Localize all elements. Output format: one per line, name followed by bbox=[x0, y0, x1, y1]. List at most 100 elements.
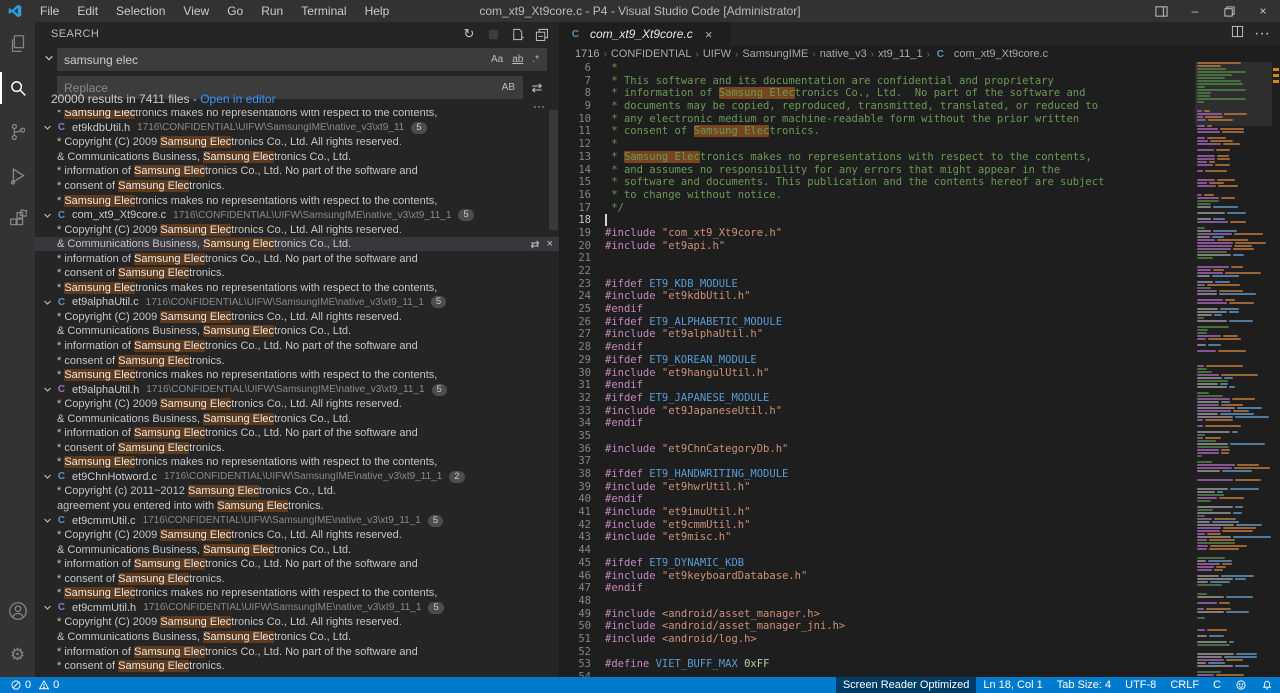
menu-selection[interactable]: Selection bbox=[107, 0, 174, 22]
result-match-row[interactable]: * Copyright (c) 2011~2012 Samsung Electr… bbox=[35, 484, 559, 499]
error-status[interactable]: 0 bbox=[8, 679, 33, 691]
status-ln-18-col-1[interactable]: Ln 18, Col 1 bbox=[976, 677, 1049, 693]
result-match-row[interactable]: * Samsung Electronics makes no represent… bbox=[35, 281, 559, 296]
minimize-button[interactable]: – bbox=[1178, 0, 1212, 22]
collapse-all-icon[interactable] bbox=[533, 26, 549, 42]
open-new-search-editor-icon[interactable] bbox=[509, 26, 525, 42]
breadcrumb-item[interactable]: SamsungIME bbox=[742, 48, 808, 60]
result-match-row[interactable]: & Communications Business, Samsung Elect… bbox=[35, 324, 559, 339]
result-match-row[interactable]: & Communications Business, Samsung Elect… bbox=[35, 411, 559, 426]
chevron-down-icon[interactable] bbox=[39, 211, 55, 220]
result-match-row[interactable]: * Copyright (C) 2009 Samsung Electronics… bbox=[35, 615, 559, 630]
dismiss-match-icon[interactable]: × bbox=[547, 238, 553, 250]
warning-status[interactable]: 0 bbox=[36, 679, 61, 691]
result-match-row[interactable]: * consent of Samsung Electronics. bbox=[35, 353, 559, 368]
result-match-row[interactable]: agreement you entered into with Samsung … bbox=[35, 499, 559, 514]
extensions-icon[interactable] bbox=[0, 198, 35, 242]
chevron-down-icon[interactable] bbox=[39, 123, 55, 132]
result-file-row[interactable]: Cet9cmmUtil.c1716\CONFIDENTIAL\UIFW\Sams… bbox=[35, 513, 559, 528]
sidebar-scrollbar[interactable] bbox=[549, 110, 558, 230]
result-match-row[interactable]: * consent of Samsung Electronics. bbox=[35, 179, 559, 194]
result-match-row[interactable]: * consent of Samsung Electronics. bbox=[35, 441, 559, 456]
result-match-row[interactable]: * Copyright (C) 2009 Samsung Electronics… bbox=[35, 222, 559, 237]
search-icon[interactable] bbox=[0, 66, 35, 110]
menu-help[interactable]: Help bbox=[356, 0, 399, 22]
refresh-icon[interactable]: ↻ bbox=[461, 26, 477, 42]
result-match-row[interactable]: * Samsung Electronics makes no represent… bbox=[35, 455, 559, 470]
restore-button[interactable] bbox=[1212, 0, 1246, 22]
breadcrumb-item[interactable]: xt9_11_1 bbox=[878, 48, 922, 60]
close-window-button[interactable]: × bbox=[1246, 0, 1280, 22]
result-file-row[interactable]: Cet9cmmUtil.h1716\CONFIDENTIAL\UIFW\Sams… bbox=[35, 601, 559, 616]
breadcrumb-item[interactable]: native_v3 bbox=[820, 48, 867, 60]
preserve-case-icon[interactable]: AB bbox=[499, 81, 518, 94]
editor-more-actions-icon[interactable]: ··· bbox=[1254, 25, 1270, 43]
breadcrumb-item[interactable]: CONFIDENTIAL bbox=[611, 48, 692, 60]
menu-terminal[interactable]: Terminal bbox=[292, 0, 355, 22]
chevron-down-icon[interactable] bbox=[39, 472, 55, 481]
result-file-row[interactable]: Cet9kdbUtil.h1716\CONFIDENTIAL\UIFW\Sams… bbox=[35, 121, 559, 136]
regex-icon[interactable]: .* bbox=[529, 53, 542, 66]
result-match-row[interactable]: * information of Samsung Electronics Co.… bbox=[35, 339, 559, 354]
menu-run[interactable]: Run bbox=[252, 0, 292, 22]
menu-go[interactable]: Go bbox=[218, 0, 252, 22]
result-match-row[interactable]: * Samsung Electronics makes no represent… bbox=[35, 193, 559, 208]
explorer-icon[interactable] bbox=[0, 22, 35, 66]
result-match-row[interactable]: * Copyright (C) 2009 Samsung Electronics… bbox=[35, 310, 559, 325]
open-in-editor-link[interactable]: Open in editor bbox=[200, 92, 275, 106]
result-match-row[interactable]: * consent of Samsung Electronics. bbox=[35, 659, 559, 674]
overview-ruler[interactable] bbox=[1272, 62, 1280, 677]
result-file-row[interactable]: Cet9alphaUtil.h1716\CONFIDENTIAL\UIFW\Sa… bbox=[35, 382, 559, 397]
feedback-icon[interactable] bbox=[1228, 677, 1254, 693]
result-file-row[interactable]: Cet9ChnHotword.c1716\CONFIDENTIAL\UIFW\S… bbox=[35, 470, 559, 485]
problems-status[interactable]: 00 bbox=[0, 679, 61, 691]
menu-edit[interactable]: Edit bbox=[68, 0, 107, 22]
breadcrumb-item[interactable]: com_xt9_Xt9core.c bbox=[954, 48, 1048, 60]
result-match-row[interactable]: * Samsung Electronics makes no represent… bbox=[35, 110, 559, 121]
result-match-row[interactable]: & Communications Business, Samsung Elect… bbox=[35, 542, 559, 557]
status-crlf[interactable]: CRLF bbox=[1163, 677, 1206, 693]
result-file-row[interactable]: Cet9alphaUtil.c1716\CONFIDENTIAL\UIFW\Sa… bbox=[35, 295, 559, 310]
result-match-row[interactable]: * Copyright (C) 2009 Samsung Electronics… bbox=[35, 135, 559, 150]
result-match-row[interactable]: * information of Samsung Electronics Co.… bbox=[35, 426, 559, 441]
chevron-down-icon[interactable] bbox=[39, 298, 55, 307]
chevron-down-icon[interactable] bbox=[39, 603, 55, 612]
status-tab-size-4[interactable]: Tab Size: 4 bbox=[1050, 677, 1118, 693]
tab-com-xt9-xt9core[interactable]: C com_xt9_Xt9core.c × bbox=[561, 22, 731, 46]
split-editor-icon[interactable] bbox=[1231, 25, 1244, 43]
breadcrumb-item[interactable]: UIFW bbox=[703, 48, 731, 60]
result-match-row[interactable]: * information of Samsung Electronics Co.… bbox=[35, 644, 559, 659]
menu-view[interactable]: View bbox=[174, 0, 218, 22]
menu-file[interactable]: File bbox=[31, 0, 68, 22]
result-match-row[interactable]: * information of Samsung Electronics Co.… bbox=[35, 251, 559, 266]
status-screen-reader-optimized[interactable]: Screen Reader Optimized bbox=[836, 677, 977, 693]
tab-close-icon[interactable]: × bbox=[701, 27, 717, 42]
result-match-row[interactable]: * Samsung Electronics makes no represent… bbox=[35, 586, 559, 601]
replace-match-icon[interactable]: ⇄ bbox=[530, 238, 539, 251]
result-match-row[interactable]: & Communications Business, Samsung Elect… bbox=[35, 237, 559, 252]
result-match-row[interactable]: * consent of Samsung Electronics. bbox=[35, 572, 559, 587]
result-match-row[interactable]: * Copyright (C) 2009 Samsung Electronics… bbox=[35, 528, 559, 543]
result-match-row[interactable]: * information of Samsung Electronics Co.… bbox=[35, 164, 559, 179]
chevron-down-icon[interactable] bbox=[39, 516, 55, 525]
search-input[interactable] bbox=[64, 53, 485, 67]
source-control-icon[interactable] bbox=[0, 110, 35, 154]
status-utf-8[interactable]: UTF-8 bbox=[1118, 677, 1163, 693]
run-debug-icon[interactable] bbox=[0, 154, 35, 198]
account-icon[interactable] bbox=[0, 589, 35, 633]
result-match-row[interactable]: * Copyright (C) 2009 Samsung Electronics… bbox=[35, 397, 559, 412]
result-match-row[interactable]: * consent of Samsung Electronics. bbox=[35, 266, 559, 281]
clear-search-results-icon[interactable] bbox=[485, 26, 501, 42]
result-match-row[interactable]: & Communications Business, Samsung Elect… bbox=[35, 150, 559, 165]
result-match-row[interactable]: * information of Samsung Electronics Co.… bbox=[35, 557, 559, 572]
layout-toggle-icon[interactable] bbox=[1144, 0, 1178, 22]
result-match-row[interactable]: & Communications Business, Samsung Elect… bbox=[35, 630, 559, 645]
status-c[interactable]: C bbox=[1206, 677, 1228, 693]
match-case-icon[interactable]: Aa bbox=[488, 53, 506, 66]
code-editor[interactable]: 6 *7 * This software and its documentati… bbox=[561, 62, 1195, 677]
result-file-row[interactable]: Ccom_xt9_Xt9core.c1716\CONFIDENTIAL\UIFW… bbox=[35, 208, 559, 223]
replace-all-icon[interactable]: ⇄ bbox=[527, 78, 547, 98]
bell-icon[interactable] bbox=[1254, 677, 1280, 693]
breadcrumb-item[interactable]: 1716 bbox=[575, 48, 599, 60]
chevron-down-icon[interactable] bbox=[39, 385, 55, 394]
